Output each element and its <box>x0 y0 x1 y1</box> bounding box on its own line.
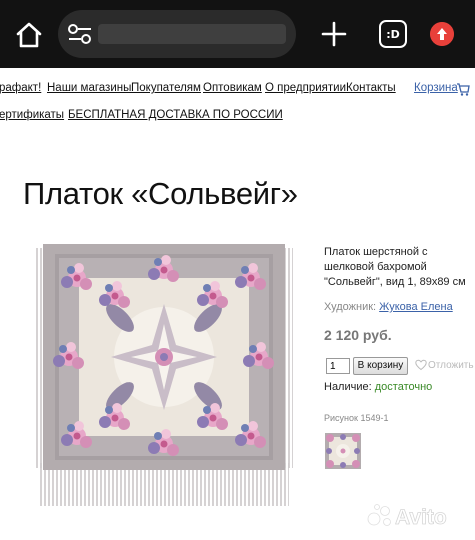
product-image[interactable] <box>35 238 293 506</box>
nav-link-stores[interactable]: Наши магазины <box>47 82 131 94</box>
site-nav-secondary: ертификаты БЕСПЛАТНАЯ ДОСТАВКА ПО РОССИИ <box>0 109 475 125</box>
nav-link-company[interactable]: О предприятии <box>265 82 346 94</box>
avito-watermark: Avito <box>367 504 447 529</box>
update-icon[interactable] <box>430 22 454 46</box>
cart-link[interactable]: Корзина <box>414 82 458 94</box>
page-title: Платок «Сольвейг» <box>23 176 298 211</box>
url-text[interactable] <box>98 24 286 44</box>
stock-value: достаточно <box>374 381 433 393</box>
svg-text:Avito: Avito <box>395 506 447 529</box>
tune-icon[interactable] <box>66 22 94 46</box>
heart-icon[interactable] <box>415 359 427 371</box>
nav-link-wholesale[interactable]: Оптовикам <box>203 82 262 94</box>
nav-link-artifact[interactable]: рафакт! <box>0 82 41 94</box>
nav-link-customers[interactable]: Покупателям <box>131 82 201 94</box>
nav-link-free-delivery[interactable]: БЕСПЛАТНАЯ ДОСТАВКА ПО РОССИИ <box>68 109 283 121</box>
site-nav-primary: рафакт! Наши магазины Покупателям Оптови… <box>0 82 475 98</box>
stock-label: Наличие: <box>324 381 372 393</box>
artist-label: Художник: <box>324 301 377 313</box>
stock-line: Наличие: достаточно <box>324 381 432 393</box>
home-icon[interactable] <box>14 20 44 50</box>
tabs-icon[interactable]: :D <box>379 20 407 48</box>
add-to-cart-button[interactable]: В корзину <box>353 357 408 375</box>
nav-link-contacts[interactable]: Контакты <box>346 82 396 94</box>
browser-toolbar: :D <box>0 0 475 68</box>
address-bar[interactable] <box>58 10 296 58</box>
drawing-label: Рисунок 1549-1 <box>324 413 389 423</box>
quantity-input[interactable] <box>326 358 350 374</box>
plus-icon[interactable] <box>318 18 350 50</box>
nav-link-certificates[interactable]: ертификаты <box>0 109 64 121</box>
product-description: Платок шерстяной с шелковой бахромой "Со… <box>324 246 466 288</box>
wishlist-label[interactable]: Отложить <box>428 360 474 371</box>
artist-line: Художник: Жукова Елена <box>324 301 453 313</box>
product-price: 2 120 руб. <box>324 327 392 343</box>
cart-icon[interactable] <box>456 83 470 96</box>
artist-link[interactable]: Жукова Елена <box>379 301 453 313</box>
product-thumbnail[interactable] <box>325 433 361 469</box>
